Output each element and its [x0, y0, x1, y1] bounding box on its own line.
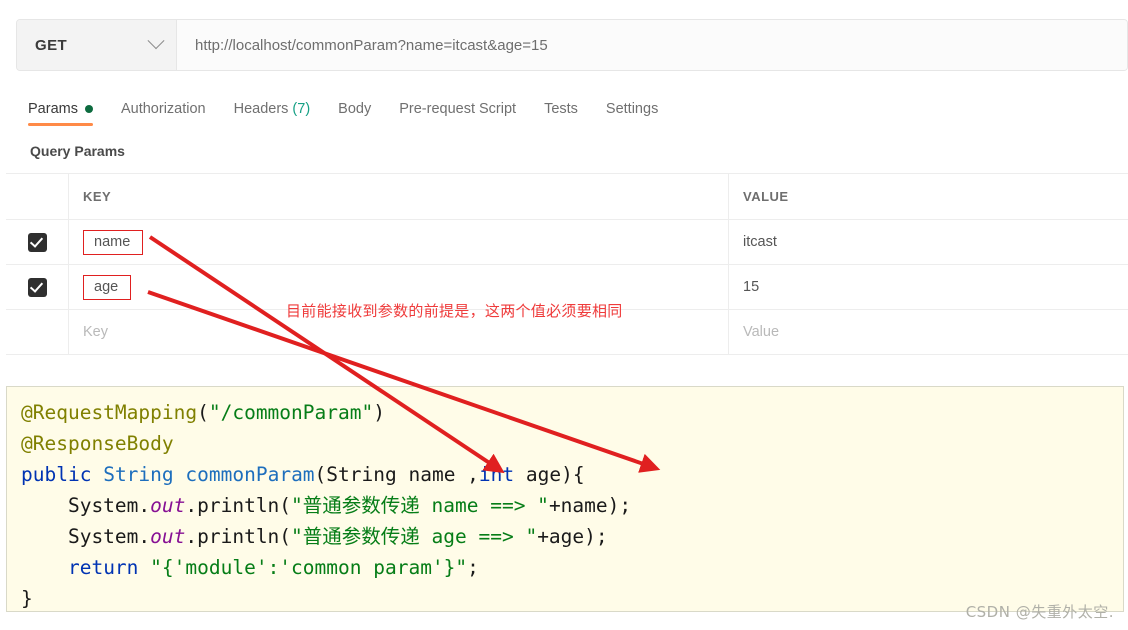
row-checkbox-name[interactable] [28, 233, 47, 252]
row-value-input-name[interactable]: itcast [743, 234, 777, 250]
row-key-input-name[interactable]: name [83, 230, 143, 255]
tab-body[interactable]: Body [338, 101, 371, 126]
row-key-cell-name[interactable]: name [68, 220, 728, 264]
column-header-key: KEY [83, 189, 111, 204]
row-value-cell-empty[interactable]: Value [728, 310, 1128, 354]
chevron-down-icon [148, 32, 165, 49]
params-filled-dot-icon [85, 105, 93, 113]
java-code-block: @RequestMapping("/commonParam") @Respons… [6, 386, 1124, 612]
tab-headers[interactable]: Headers (7) [234, 101, 311, 126]
tab-authorization-label: Authorization [121, 101, 206, 117]
tab-params[interactable]: Params [28, 101, 93, 126]
table-row: name itcast [6, 220, 1128, 265]
tab-settings[interactable]: Settings [606, 101, 658, 126]
http-method-select[interactable]: GET [17, 20, 177, 70]
tab-headers-count: (7) [292, 101, 310, 117]
row-value-input-age[interactable]: 15 [743, 279, 759, 295]
row-checkbox-cell-empty [6, 310, 68, 354]
row-key-input-empty[interactable]: Key [83, 324, 108, 340]
request-url-input[interactable]: http://localhost/commonParam?name=itcast… [177, 20, 1127, 70]
query-params-table: KEY VALUE name itcast age 15 Key [6, 173, 1128, 355]
request-url-bar: GET http://localhost/commonParam?name=it… [16, 19, 1128, 71]
tab-settings-label: Settings [606, 101, 658, 117]
header-cell-value: VALUE [728, 174, 1128, 219]
tab-tests-label: Tests [544, 101, 578, 117]
tab-pre-request-script[interactable]: Pre-request Script [399, 101, 516, 126]
code-annotation-responsebody: @ResponseBody [21, 432, 174, 455]
header-cell-key: KEY [68, 174, 728, 219]
query-params-title: Query Params [30, 143, 125, 159]
tab-body-label: Body [338, 101, 371, 117]
tab-tests[interactable]: Tests [544, 101, 578, 126]
row-checkbox-age[interactable] [28, 278, 47, 297]
row-value-input-empty[interactable]: Value [743, 324, 779, 340]
http-method-label: GET [35, 37, 67, 54]
row-value-cell-age[interactable]: 15 [728, 265, 1128, 309]
tab-params-label: Params [28, 101, 78, 117]
row-value-cell-name[interactable]: itcast [728, 220, 1128, 264]
code-annotation-requestmapping: @RequestMapping [21, 401, 197, 424]
header-cell-check [6, 174, 68, 219]
row-key-input-age[interactable]: age [83, 275, 131, 300]
column-header-value: VALUE [743, 189, 789, 204]
row-checkbox-cell [6, 265, 68, 309]
tab-headers-label: Headers [234, 101, 289, 117]
annotation-note-text: 目前能接收到参数的前提是，这两个值必须要相同 [286, 300, 623, 321]
table-header-row: KEY VALUE [6, 174, 1128, 220]
request-tabs: Params Authorization Headers (7) Body Pr… [28, 92, 658, 126]
tab-authorization[interactable]: Authorization [121, 101, 206, 126]
row-checkbox-cell [6, 220, 68, 264]
csdn-watermark: CSDN @失重外太空. [966, 601, 1114, 622]
tab-pre-request-script-label: Pre-request Script [399, 101, 516, 117]
